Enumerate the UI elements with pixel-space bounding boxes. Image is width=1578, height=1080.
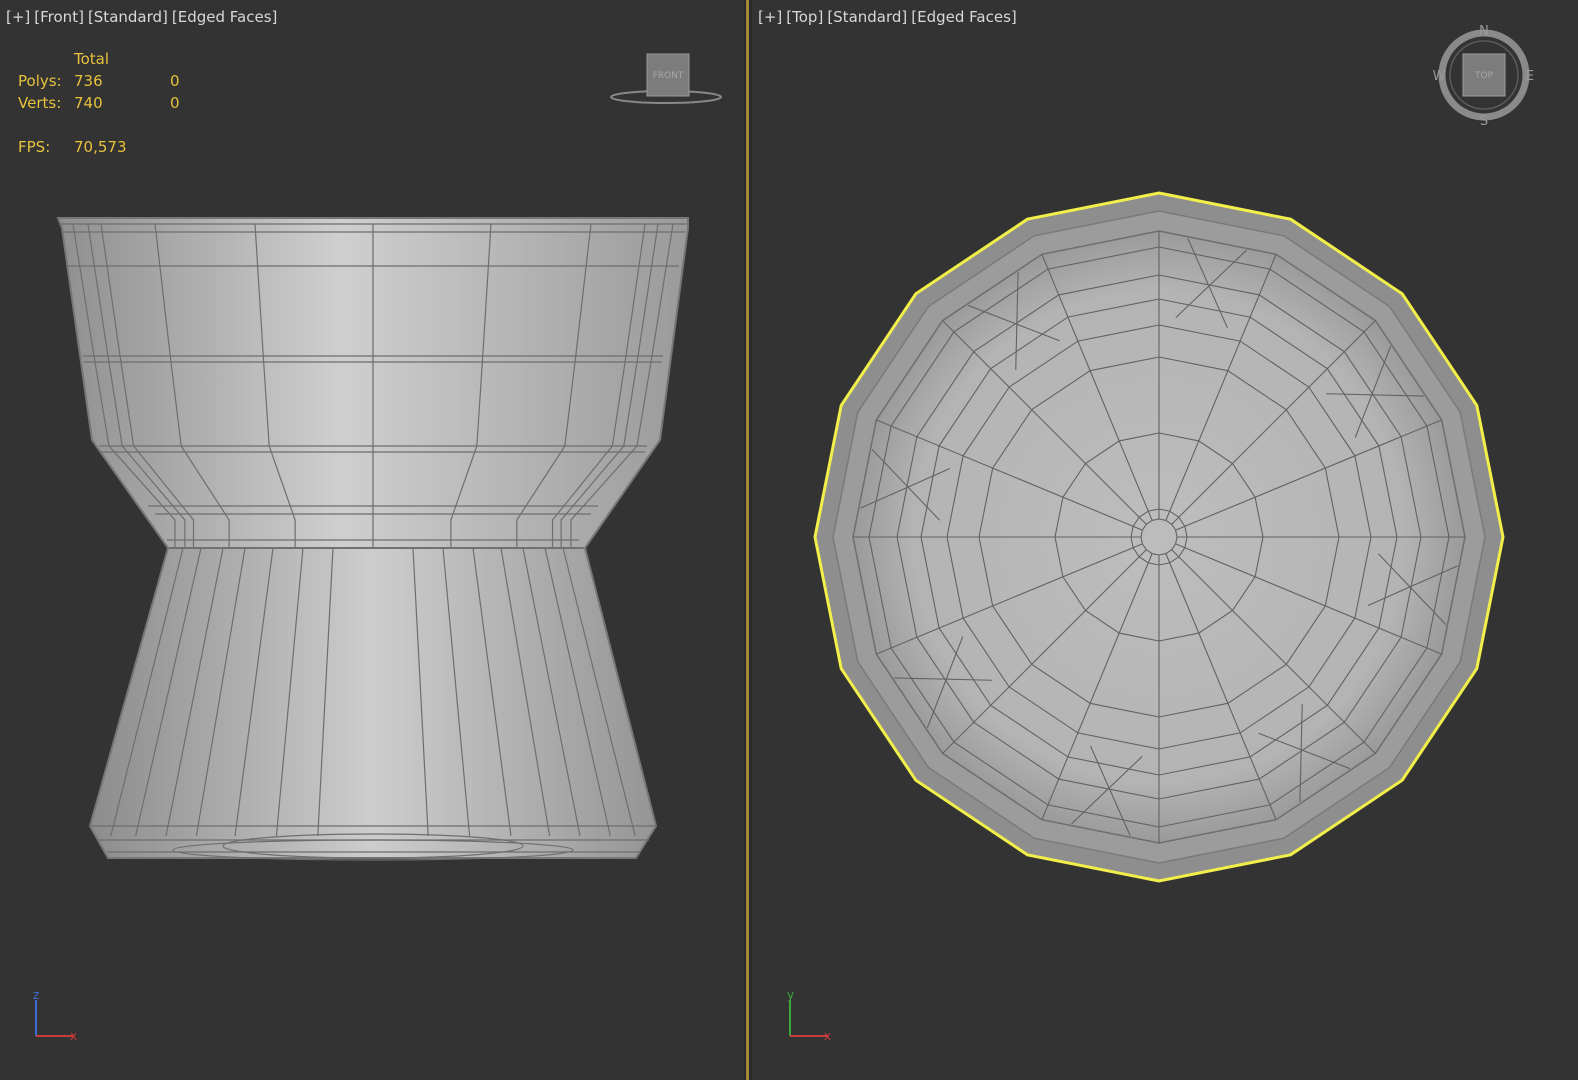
stats-fps-label: FPS:	[18, 138, 51, 156]
viewport-point-of-view[interactable]: [Front]	[34, 8, 84, 26]
compass-n[interactable]: N	[1479, 24, 1489, 39]
compass-w[interactable]: W	[1433, 69, 1446, 84]
viewport-edged-faces[interactable]: [Edged Faces]	[911, 8, 1016, 26]
stats-total-header: Total	[74, 50, 110, 68]
front-viewport-labels: [+] [Front] [Standard] [Edged Faces]	[6, 8, 281, 26]
front-viewport[interactable]: FRONT z x [+] [Front] [Standard] [Edged Fac…	[0, 0, 744, 1080]
axis-z-label: z	[33, 988, 39, 1002]
viewport-menu-plus[interactable]: [+]	[6, 8, 30, 26]
front-view-canvas[interactable]: FRONT z x	[0, 0, 744, 1080]
stats-polys-label: Polys:	[18, 72, 62, 90]
viewport-divider[interactable]	[744, 0, 752, 1080]
axis-tripod: z x	[33, 988, 77, 1043]
viewcube-compass[interactable]: TOP N S E W	[1433, 24, 1535, 129]
top-viewport-labels: [+] [Top] [Standard] [Edged Faces]	[758, 8, 1021, 26]
axis-x-label: x	[70, 1029, 77, 1043]
axis-y-label: y	[787, 988, 794, 1002]
stats-polys-total: 736	[74, 72, 103, 90]
compass-e[interactable]: E	[1526, 69, 1534, 84]
viewport-edged-faces[interactable]: [Edged Faces]	[172, 8, 277, 26]
stats-verts-total: 740	[74, 94, 103, 112]
axis-tripod-top: y x	[787, 988, 831, 1043]
stats-verts-selected: 0	[170, 94, 180, 112]
viewport-menu-plus[interactable]: [+]	[758, 8, 782, 26]
top-view-canvas[interactable]: TOP N S E W y x	[752, 0, 1578, 1080]
viewcube-top-label: TOP	[1474, 71, 1494, 81]
stats-polys-selected: 0	[170, 72, 180, 90]
top-viewport[interactable]: TOP N S E W y x [+] [Top] [Standard] [Edged…	[752, 0, 1578, 1080]
vase-lower-shape[interactable]	[88, 547, 658, 859]
stats-verts-label: Verts:	[18, 94, 62, 112]
axis-x-label-top: x	[824, 1029, 831, 1043]
viewport-shading-standard[interactable]: [Standard]	[827, 8, 907, 26]
viewcube-label: FRONT	[653, 71, 684, 81]
viewport-shading-standard[interactable]: [Standard]	[88, 8, 168, 26]
compass-s[interactable]: S	[1480, 114, 1488, 129]
stats-fps-value: 70,573	[74, 138, 127, 156]
viewport-point-of-view[interactable]: [Top]	[786, 8, 823, 26]
viewcube[interactable]: FRONT	[610, 53, 722, 104]
